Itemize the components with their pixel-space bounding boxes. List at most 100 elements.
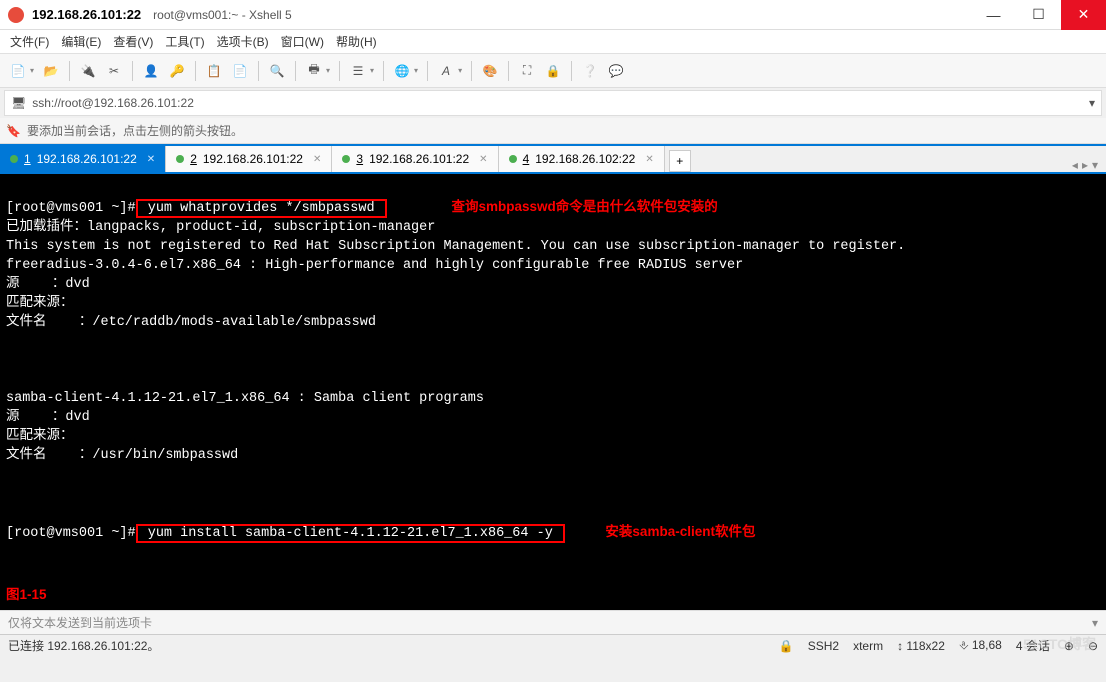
output-line: This system is not registered to Red Hat… [6, 239, 905, 254]
dropdown-icon[interactable]: ▾ [1089, 96, 1095, 110]
profile-icon[interactable]: 👤 [139, 59, 163, 83]
hint-bar: 🔖 要添加当前会话，点击左侧的箭头按钮。 [0, 118, 1106, 144]
tab-prev-icon[interactable]: ◂ [1072, 158, 1078, 172]
dropdown-icon[interactable]: ▾ [370, 66, 374, 75]
terminal[interactable]: [root@vms001 ~]# yum whatprovides */smbp… [0, 172, 1106, 610]
tab-label: 192.168.26.102:22 [535, 152, 635, 166]
tab-session-1[interactable]: 1 192.168.26.101:22 ✕ [0, 146, 166, 172]
dropdown-icon[interactable]: ▾ [1092, 616, 1098, 630]
menu-edit[interactable]: 编辑(E) [61, 33, 101, 50]
tab-label: 192.168.26.101:22 [369, 152, 469, 166]
separator [132, 61, 133, 81]
lock-icon[interactable]: 🔒 [541, 59, 565, 83]
dropdown-icon[interactable]: ▾ [326, 66, 330, 75]
statusbar: 已连接 192.168.26.101:22。 🔒 SSH2 xterm ↕ 11… [0, 634, 1106, 656]
close-tab-icon[interactable]: ✕ [479, 154, 487, 165]
dropdown-icon[interactable]: ▾ [414, 66, 418, 75]
dropdown-icon[interactable]: ▾ [458, 66, 462, 75]
close-button[interactable]: ✕ [1061, 0, 1106, 30]
address-url: ssh://root@192.168.26.101:22 [32, 96, 194, 110]
maximize-button[interactable]: ☐ [1016, 0, 1061, 30]
chat-icon[interactable]: 💬 [604, 59, 628, 83]
tab-next-icon[interactable]: ▸ [1082, 158, 1088, 172]
status-dot-icon [10, 155, 18, 163]
status-connection: 已连接 192.168.26.101:22。 [8, 637, 159, 654]
separator [295, 61, 296, 81]
status-dot-icon [342, 155, 350, 163]
watermark: 51CTO博客 [1023, 634, 1096, 654]
menu-view[interactable]: 查看(V) [113, 33, 153, 50]
output-line: 文件名 ：/usr/bin/smbpasswd [6, 448, 238, 463]
window-subtitle: root@vms001:~ - Xshell 5 [153, 8, 971, 22]
font-icon[interactable]: A [434, 59, 458, 83]
help-icon[interactable]: ❔ [578, 59, 602, 83]
shell-prompt: [root@vms001 ~]# [6, 526, 136, 541]
tab-session-4[interactable]: 4 192.168.26.102:22 ✕ [499, 146, 665, 172]
tab-number: 3 [356, 152, 363, 166]
search-icon[interactable]: 🔍 [265, 59, 289, 83]
status-size: ↕ 118x22 [897, 639, 945, 653]
fullscreen-icon[interactable]: ⛶ [515, 59, 539, 83]
key-icon[interactable]: 🔑 [165, 59, 189, 83]
tab-number: 2 [190, 152, 197, 166]
close-tab-icon[interactable]: ✕ [645, 154, 653, 165]
separator [427, 61, 428, 81]
figure-label: 图1-15 [6, 585, 47, 604]
close-tab-icon[interactable]: ✕ [147, 154, 155, 165]
tab-session-2[interactable]: 2 192.168.26.101:22 ✕ [166, 146, 332, 172]
separator [69, 61, 70, 81]
tab-list-icon[interactable]: ▾ [1092, 158, 1098, 172]
separator [195, 61, 196, 81]
status-dot-icon [176, 155, 184, 163]
tab-session-3[interactable]: 3 192.168.26.101:22 ✕ [332, 146, 498, 172]
output-line: 匹配来源： [6, 429, 74, 444]
output-line: 源 ：dvd [6, 410, 90, 425]
annotation: 查询smbpasswd命令是由什么软件包安装的 [451, 199, 717, 214]
titlebar: 192.168.26.101:22 root@vms001:~ - Xshell… [0, 0, 1106, 30]
tab-nav: ◂ ▸ ▾ [1064, 158, 1106, 172]
open-icon[interactable]: 📂 [39, 59, 63, 83]
new-session-icon[interactable]: 📄 [6, 59, 30, 83]
status-cursor: ⎀ 18,68 [959, 638, 1002, 653]
menu-tools[interactable]: 工具(T) [165, 33, 204, 50]
status-protocol: SSH2 [808, 639, 839, 653]
status-term: xterm [853, 639, 883, 653]
close-tab-icon[interactable]: ✕ [313, 154, 321, 165]
tab-label: 192.168.26.101:22 [203, 152, 303, 166]
separator [258, 61, 259, 81]
bookmark-icon[interactable]: 🔖 [6, 124, 21, 138]
color-icon[interactable]: 🎨 [478, 59, 502, 83]
command-highlighted: yum install samba-client-4.1.12-21.el7_1… [136, 524, 565, 543]
output-line: 匹配来源： [6, 296, 74, 311]
menu-tabs[interactable]: 选项卡(B) [217, 33, 269, 50]
tab-number: 1 [24, 152, 31, 166]
properties-icon[interactable]: ☰ [346, 59, 370, 83]
shell-prompt: [root@vms001 ~]# [6, 201, 136, 216]
command-highlighted: yum whatprovides */smbpasswd [136, 199, 387, 218]
dropdown-icon[interactable]: ▾ [30, 66, 34, 75]
app-icon [8, 7, 24, 23]
menu-file[interactable]: 文件(F) [10, 33, 49, 50]
output-line: samba-client-4.1.12-21.el7_1.x86_64 : Sa… [6, 391, 484, 406]
reconnect-icon[interactable]: 🔌 [76, 59, 100, 83]
toolbar: 📄▾ 📂 🔌 ✂ 👤 🔑 📋 📄 🔍 🖶▾ ☰▾ 🌐▾ A▾ 🎨 ⛶ 🔒 ❔ 💬 [0, 54, 1106, 88]
separator [383, 61, 384, 81]
print-icon[interactable]: 🖶 [302, 59, 326, 83]
add-tab-button[interactable]: + [669, 150, 691, 172]
menu-window[interactable]: 窗口(W) [281, 33, 324, 50]
output-line: 已加载插件：langpacks, product-id, subscriptio… [6, 220, 435, 235]
cursor-icon: ⎀ [959, 638, 972, 652]
disconnect-icon[interactable]: ✂ [102, 59, 126, 83]
input-strip[interactable]: 仅将文本发送到当前选项卡 ▾ [0, 610, 1106, 634]
output-line: 源 ：dvd [6, 277, 90, 292]
window-controls: — ☐ ✕ [971, 0, 1106, 30]
menu-help[interactable]: 帮助(H) [336, 33, 377, 50]
globe-icon[interactable]: 🌐 [390, 59, 414, 83]
copy-icon[interactable]: 📋 [202, 59, 226, 83]
annotation: 安装samba-client软件包 [605, 524, 755, 539]
separator [508, 61, 509, 81]
minimize-button[interactable]: — [971, 0, 1016, 30]
output-line: 文件名 ：/etc/raddb/mods-available/smbpasswd [6, 315, 376, 330]
paste-icon[interactable]: 📄 [228, 59, 252, 83]
address-bar[interactable]: 🖥 ssh://root@192.168.26.101:22 ▾ [4, 90, 1102, 116]
